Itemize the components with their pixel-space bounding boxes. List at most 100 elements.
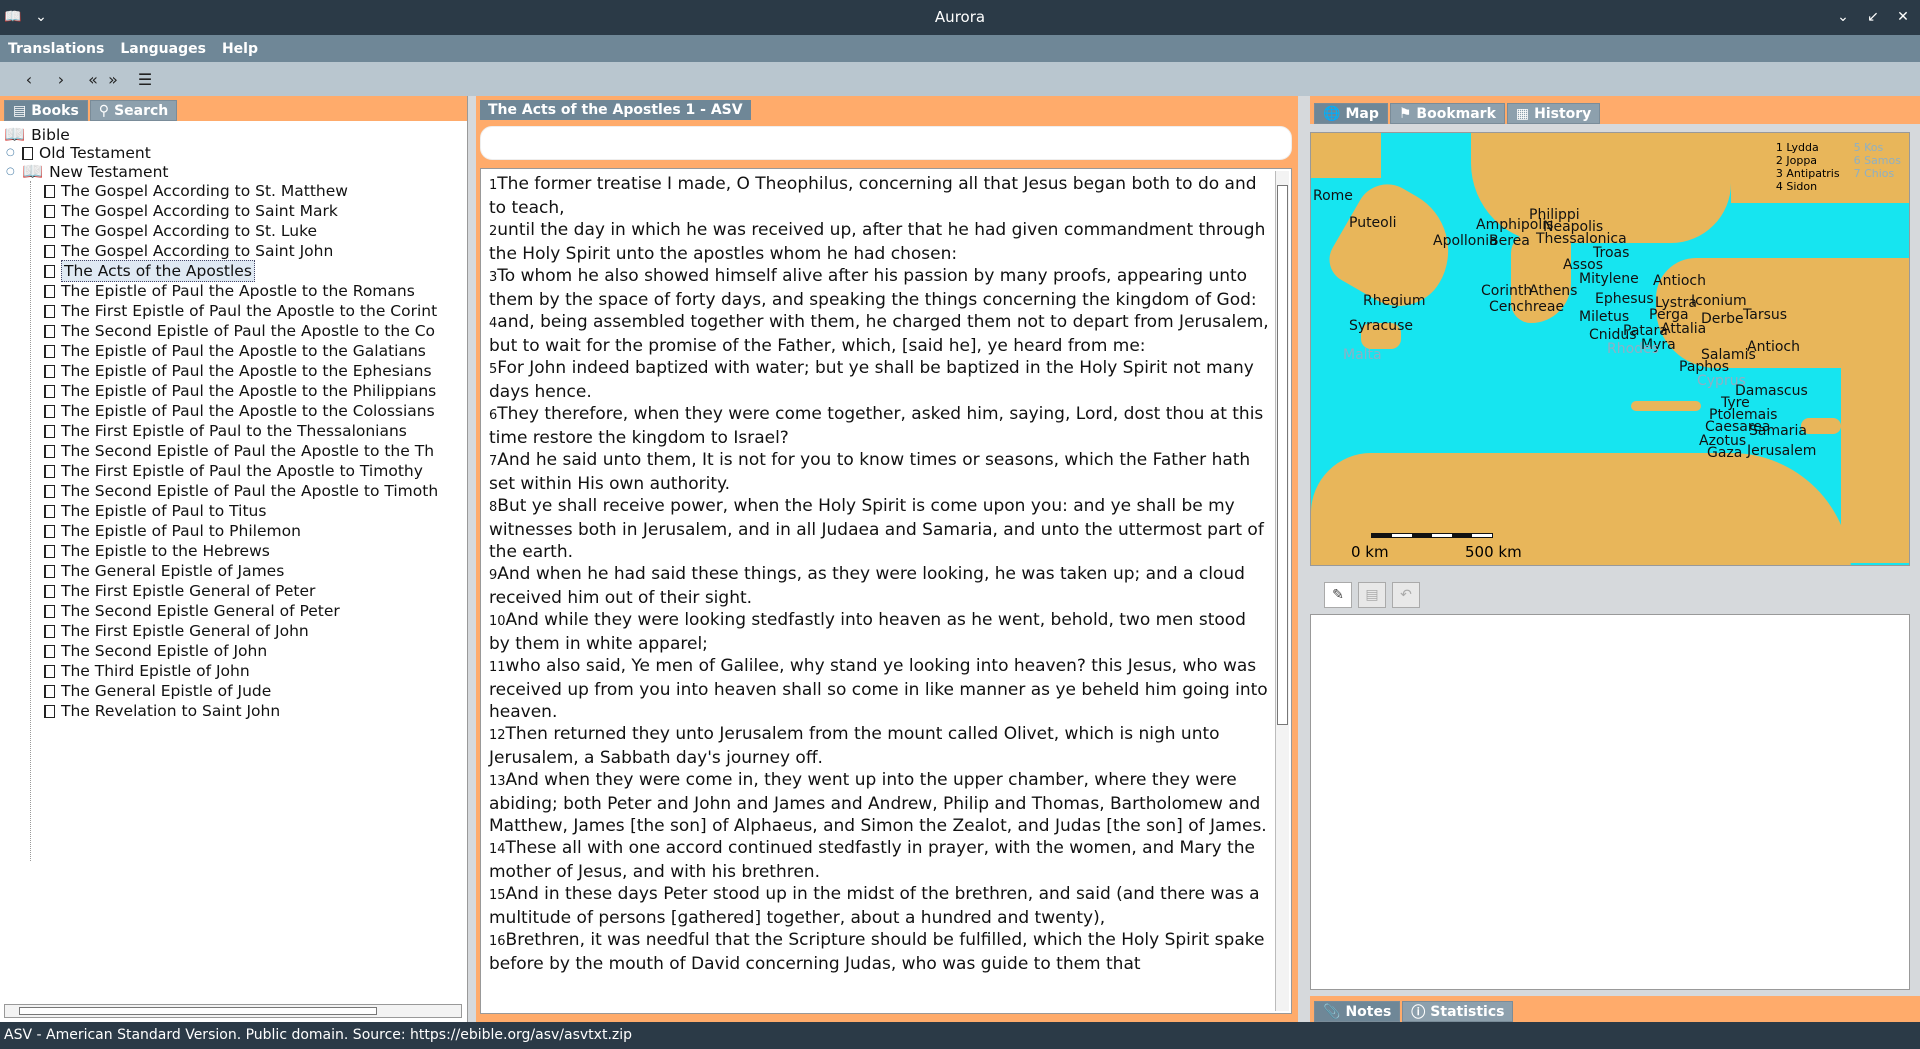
tab-statistics[interactable]: ⓘ Statistics [1402,1001,1514,1022]
map-city-label[interactable]: Ephesus [1595,291,1654,307]
tree-book-item[interactable]: The First Epistle of Paul to the Thessal… [44,421,407,441]
close-icon[interactable]: ✕ [1894,8,1912,26]
menu-languages[interactable]: Languages [118,41,208,57]
map-city-label[interactable]: Antioch [1653,273,1706,289]
tab-search[interactable]: ⚲ Search [89,100,178,121]
book-icon [44,544,55,558]
map-city-name: Iconium [1691,293,1747,309]
splitter-left[interactable] [468,96,476,1022]
tree-book-item[interactable]: The Epistle of Paul to Philemon [44,521,301,541]
map-city-label[interactable]: Malta [1343,347,1382,363]
tab-history-label: History [1534,105,1592,122]
menu-translations[interactable]: Translations [6,41,106,57]
legend-entry: 6 Samos [1853,154,1901,167]
tab-map[interactable]: 🌐 Map [1314,103,1388,124]
tree-book-item[interactable]: The Epistle of Paul the Apostle to the E… [44,361,432,381]
verse-item: 13And when they were come in, they went … [489,769,1269,837]
verse-text: And when he had said these things, as th… [489,564,1245,608]
map-city-label[interactable]: Corinth [1481,283,1532,299]
list-icon[interactable]: ☰ [134,70,156,89]
tree-book-item[interactable]: The Revelation to Saint John [44,701,280,721]
previous-chapter-icon[interactable]: « [82,70,104,89]
minimize-chevron-icon[interactable]: ⌄ [1834,8,1852,26]
tree-book-item[interactable]: The First Epistle of Paul the Apostle to… [44,461,423,481]
undo-icon[interactable]: ↶ [1392,582,1420,608]
menu-help[interactable]: Help [220,41,260,57]
tree-book-item[interactable]: The Epistle of Paul to Titus [44,501,266,521]
tree-book-item[interactable]: The General Epistle of James [44,561,284,581]
map-city-label[interactable]: Rome [1313,188,1353,204]
tree-book-item[interactable]: The Gospel According to St. Matthew [44,181,348,201]
map-view[interactable]: 1 Lydda 2 Joppa 3 Antipatris 4 Sidon 5 Kos 6… [1310,132,1910,566]
tree-book-item[interactable]: The Epistle of Paul the Apostle to the P… [44,381,436,401]
map-city-label[interactable]: Derbe [1701,311,1744,327]
tree-book-item[interactable]: The Epistle of Paul the Apostle to the R… [44,281,415,301]
tree-book-item[interactable]: The First Epistle of Paul the Apostle to… [44,301,437,321]
tree-book-item[interactable]: The Second Epistle of Paul the Apostle t… [44,321,435,341]
map-city-label[interactable]: Samaria [1749,423,1807,439]
notes-text-area[interactable] [1310,614,1910,990]
save-icon[interactable]: ▤ [1358,582,1386,608]
tab-notes[interactable]: 📎 Notes [1314,1001,1401,1022]
reader-search-input[interactable] [480,126,1292,160]
tab-map-label: Map [1345,105,1379,122]
tree-book-item[interactable]: The Gospel According to St. Luke [44,221,317,241]
map-city-label[interactable]: Iconium [1691,293,1747,309]
next-chapter-icon[interactable]: » [102,70,124,89]
tree-book-item[interactable]: The First Epistle General of Peter [44,581,315,601]
book-icon [44,564,55,578]
vertical-scrollbar[interactable] [1275,171,1289,1011]
tree-book-item[interactable]: The Epistle of Paul the Apostle to the G… [44,341,426,361]
book-icon [22,146,33,160]
reader-tab[interactable]: The Acts of the Apostles 1 - ASV [480,100,751,120]
tab-bookmark[interactable]: ⚑ Bookmark [1389,103,1505,124]
scrollbar-thumb[interactable] [19,1007,377,1015]
tree-new-testament[interactable]: ○ 📖 New Testament [6,162,168,182]
tree-book-item[interactable]: The Third Epistle of John [44,661,250,681]
scrollbar-thumb[interactable] [1277,185,1288,725]
tree-book-item[interactable]: The First Epistle General of John [44,621,309,641]
tab-history[interactable]: ▦ History [1506,103,1601,124]
map-city-label[interactable]: Rhodes [1607,341,1659,357]
forward-chevron-icon[interactable]: › [50,70,72,89]
map-city-label[interactable]: Mitylene [1579,271,1639,287]
tree-book-item[interactable]: The Epistle to the Hebrews [44,541,270,561]
tab-books[interactable]: ▤ Books [4,100,88,121]
verse-item: 10And while they were looking stedfastly… [489,609,1269,655]
edit-pencil-icon[interactable]: ✎ [1324,582,1352,608]
map-city-label[interactable]: Apollonia [1433,233,1498,249]
map-city-label[interactable]: Cenchreae [1489,299,1564,315]
map-city-label[interactable]: Rhegium [1363,293,1426,309]
tree-book-item[interactable]: The Acts of the Apostles [44,260,255,282]
collapse-toggle-icon[interactable]: ○ [6,162,16,182]
map-city-label[interactable]: Syracuse [1349,318,1413,334]
tree-book-item[interactable]: The Second Epistle of Paul the Apostle t… [44,481,438,501]
expand-toggle-icon[interactable]: ○ [6,143,16,163]
app-window: 📖 ⌄ Aurora ⌄ ↙ ✕ Translations Languages … [0,0,1920,1049]
book-icon: ▤ [13,102,27,119]
tree-book-item[interactable]: The Gospel According to Saint Mark [44,201,338,221]
tree-book-item[interactable]: The Second Epistle of Paul the Apostle t… [44,441,434,461]
menu-bar: Translations Languages Help [0,35,1920,62]
map-city-label[interactable]: Berea [1489,233,1530,249]
tree-root-bible[interactable]: 📖 Bible [4,125,70,145]
map-city-label[interactable]: Tarsus [1743,307,1787,323]
map-city-label[interactable]: Puteoli [1349,215,1397,231]
splitter-right[interactable] [1298,96,1310,1022]
verse-text-area[interactable]: 1The former treatise I made, O Theophilu… [480,168,1292,1014]
tree-book-label: The Acts of the Apostles [61,260,255,282]
map-city-label[interactable]: Gaza [1707,445,1742,461]
right-tabstrip: 🌐 Map ⚑ Bookmark ▦ History [1310,96,1920,124]
map-city-label[interactable]: Athens [1529,283,1577,299]
tree-book-item[interactable]: The Second Epistle General of Peter [44,601,340,621]
tree-book-item[interactable]: The Epistle of Paul the Apostle to the C… [44,401,435,421]
tree-book-item[interactable]: The Gospel According to Saint John [44,241,333,261]
tree-old-testament[interactable]: ○ Old Testament [6,143,151,163]
back-chevron-icon[interactable]: ‹ [18,70,40,89]
tree-book-item[interactable]: The General Epistle of Jude [44,681,271,701]
map-city-label[interactable]: Jerusalem [1747,443,1816,459]
horizontal-scrollbar[interactable] [4,1004,462,1018]
tree-book-item[interactable]: The Second Epistle of John [44,641,267,661]
maximize-icon[interactable]: ↙ [1864,8,1882,26]
map-city-label[interactable]: Miletus [1579,309,1629,325]
